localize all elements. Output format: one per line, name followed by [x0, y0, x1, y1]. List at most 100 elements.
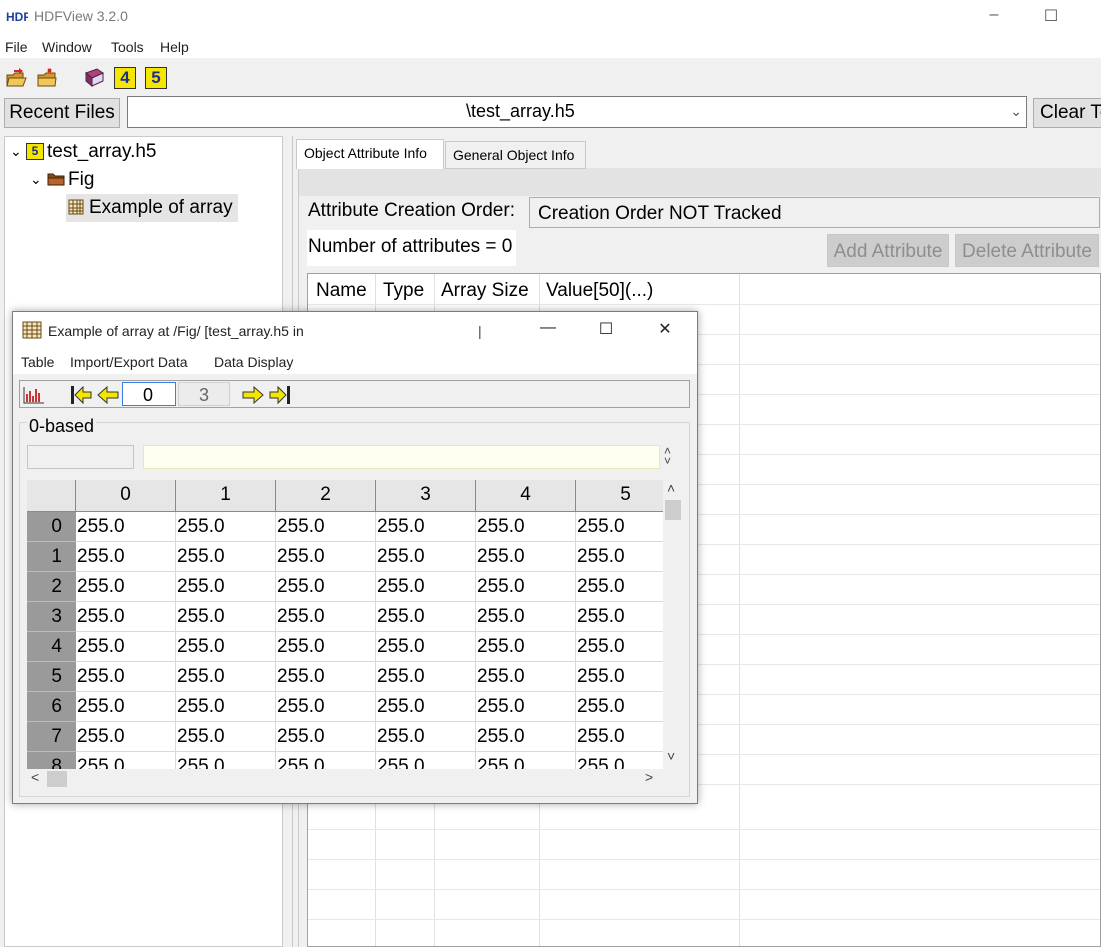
table-cell[interactable]: 255.0	[376, 722, 476, 752]
open-folder-icon[interactable]	[36, 67, 58, 89]
table-cell[interactable]: 255.0	[576, 662, 663, 692]
table-cell[interactable]: 255.0	[576, 512, 663, 542]
table-cell[interactable]: 255.0	[576, 722, 663, 752]
first-page-icon[interactable]	[70, 385, 92, 405]
attr-col-array-size[interactable]: Array Size	[441, 280, 529, 302]
table-cell[interactable]: 255.0	[276, 752, 376, 769]
last-page-icon[interactable]	[269, 385, 291, 405]
table-cell[interactable]: 255.0	[76, 602, 176, 632]
table-cell[interactable]: 255.0	[576, 602, 663, 632]
table-cell[interactable]: 255.0	[376, 752, 476, 769]
cell-value-field[interactable]	[143, 445, 660, 469]
page-number-input[interactable]: 0	[122, 382, 176, 406]
table-cell[interactable]: 255.0	[176, 512, 276, 542]
dataset-maximize-button[interactable]: ☐	[591, 319, 621, 339]
table-cell[interactable]: 255.0	[76, 752, 176, 769]
menu-import-export[interactable]: Import/Export Data	[70, 354, 188, 370]
table-cell[interactable]: 255.0	[176, 632, 276, 662]
scroll-left-icon[interactable]: <	[31, 769, 39, 785]
table-cell[interactable]: 255.0	[276, 572, 376, 602]
menu-data-display[interactable]: Data Display	[214, 354, 293, 370]
tree-item-dataset[interactable]: Example of array	[89, 197, 233, 219]
table-cell[interactable]: 255.0	[576, 692, 663, 722]
spinner-down-icon[interactable]: ˅	[664, 455, 671, 467]
horizontal-scroll-thumb[interactable]	[47, 771, 67, 787]
recent-files-button[interactable]: Recent Files	[4, 98, 120, 128]
hdf4-icon[interactable]: 4	[114, 67, 136, 89]
table-cell[interactable]: 255.0	[76, 662, 176, 692]
scroll-down-icon[interactable]: ˅	[667, 748, 675, 764]
row-header[interactable]: 5	[27, 662, 76, 692]
table-cell[interactable]: 255.0	[176, 572, 276, 602]
table-cell[interactable]: 255.0	[476, 662, 576, 692]
table-cell[interactable]: 255.0	[176, 752, 276, 769]
table-cell[interactable]: 255.0	[276, 542, 376, 572]
column-header[interactable]: 0	[76, 480, 176, 512]
table-cell[interactable]: 255.0	[476, 632, 576, 662]
table-cell[interactable]: 255.0	[576, 572, 663, 602]
column-header[interactable]: 5	[576, 480, 663, 512]
chevron-down-icon[interactable]: ⌄	[1010, 103, 1022, 120]
file-path-combo[interactable]: \test_array.h5 ⌄	[127, 96, 1027, 128]
table-cell[interactable]: 255.0	[476, 722, 576, 752]
table-cell[interactable]: 255.0	[276, 662, 376, 692]
table-cell[interactable]: 255.0	[576, 752, 663, 769]
vertical-scroll-thumb[interactable]	[665, 500, 681, 520]
dataset-close-button[interactable]: ✕	[650, 319, 680, 339]
table-cell[interactable]: 255.0	[376, 662, 476, 692]
tree-item-file[interactable]: test_array.h5	[47, 141, 156, 163]
table-cell[interactable]: 255.0	[476, 752, 576, 769]
delete-attribute-button[interactable]: Delete Attribute	[955, 234, 1099, 267]
table-cell[interactable]: 255.0	[276, 632, 376, 662]
table-cell[interactable]: 255.0	[376, 692, 476, 722]
previous-page-icon[interactable]	[97, 385, 119, 405]
row-header[interactable]: 0	[27, 512, 76, 542]
horizontal-scrollbar[interactable]: < >	[27, 769, 663, 787]
dataset-window[interactable]: Example of array at /Fig/ [test_array.h5…	[12, 311, 698, 804]
table-cell[interactable]: 255.0	[176, 692, 276, 722]
table-cell[interactable]: 255.0	[176, 662, 276, 692]
table-cell[interactable]: 255.0	[276, 602, 376, 632]
clear-text-button[interactable]: Clear Text	[1033, 98, 1101, 128]
add-attribute-button[interactable]: Add Attribute	[827, 234, 949, 267]
row-header[interactable]: 8	[27, 752, 76, 769]
table-cell[interactable]: 255.0	[376, 542, 476, 572]
table-cell[interactable]: 255.0	[476, 542, 576, 572]
line-plot-icon[interactable]	[23, 386, 45, 404]
table-cell[interactable]: 255.0	[576, 542, 663, 572]
menu-table[interactable]: Table	[21, 354, 54, 370]
menu-help[interactable]: Help	[160, 39, 189, 55]
table-cell[interactable]: 255.0	[376, 512, 476, 542]
table-cell[interactable]: 255.0	[476, 602, 576, 632]
table-cell[interactable]: 255.0	[476, 572, 576, 602]
tree-toggle-file[interactable]: ⌄	[10, 143, 22, 160]
hdf5-icon[interactable]: 5	[145, 67, 167, 89]
scroll-up-icon[interactable]: ˄	[667, 480, 675, 496]
column-header[interactable]: 1	[176, 480, 276, 512]
row-header[interactable]: 6	[27, 692, 76, 722]
menu-window[interactable]: Window	[42, 39, 92, 55]
column-header[interactable]: 3	[376, 480, 476, 512]
minimize-button[interactable]: –	[980, 6, 1008, 24]
table-cell[interactable]: 255.0	[276, 722, 376, 752]
table-cell[interactable]: 255.0	[376, 602, 476, 632]
table-cell[interactable]: 255.0	[476, 512, 576, 542]
table-cell[interactable]: 255.0	[176, 722, 276, 752]
vertical-scrollbar[interactable]: ˄ ˅	[663, 480, 681, 769]
row-header[interactable]: 3	[27, 602, 76, 632]
next-page-icon[interactable]	[242, 385, 264, 405]
table-cell[interactable]: 255.0	[76, 722, 176, 752]
table-cell[interactable]: 255.0	[176, 602, 276, 632]
table-cell[interactable]: 255.0	[276, 692, 376, 722]
table-cell[interactable]: 255.0	[376, 572, 476, 602]
table-cell[interactable]: 255.0	[376, 632, 476, 662]
column-header[interactable]: 2	[276, 480, 376, 512]
table-cell[interactable]: 255.0	[76, 632, 176, 662]
table-cell[interactable]: 255.0	[76, 572, 176, 602]
table-cell[interactable]: 255.0	[76, 692, 176, 722]
dataset-minimize-button[interactable]: —	[533, 319, 563, 337]
tree-toggle-group[interactable]: ⌄	[30, 171, 42, 188]
tab-object-attribute-info[interactable]: Object Attribute Info	[296, 139, 444, 169]
tree-item-group[interactable]: Fig	[68, 169, 94, 191]
tab-general-object-info[interactable]: General Object Info	[445, 141, 586, 169]
